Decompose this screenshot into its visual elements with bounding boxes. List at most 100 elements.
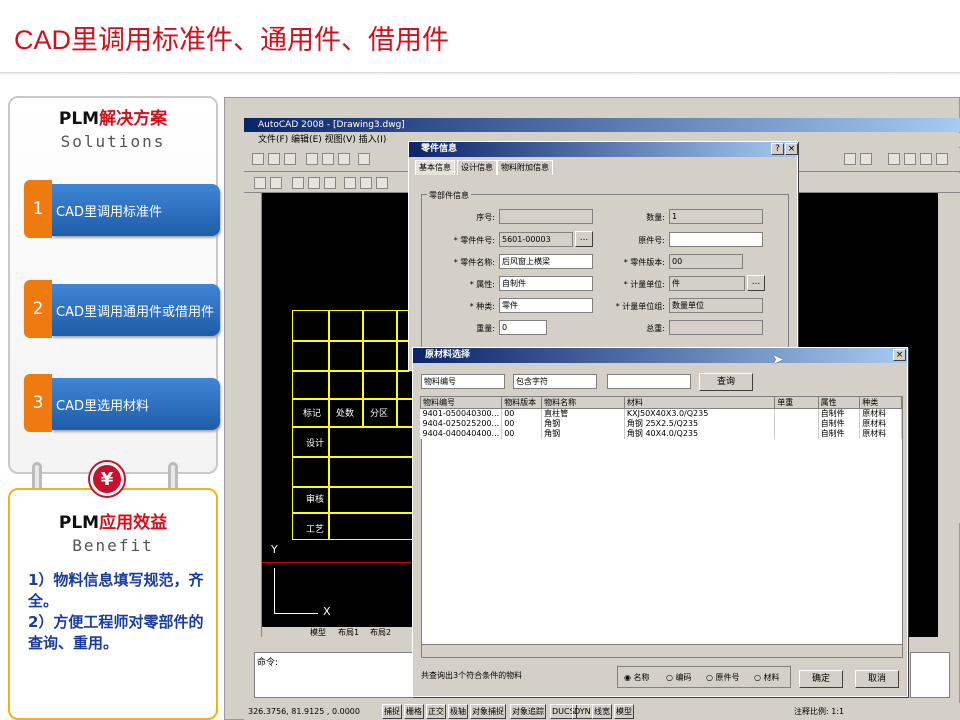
cell: 自制件 (818, 429, 861, 439)
publish-icon[interactable] (338, 153, 350, 165)
title-block-line (292, 456, 414, 458)
part-name-field[interactable]: 后风窗上横梁 (499, 254, 593, 269)
radio-material[interactable]: ○ 材料 (754, 672, 780, 683)
tab-basic-info[interactable]: 基本信息 (415, 160, 455, 175)
tab-design-info[interactable]: 设计信息 (457, 160, 497, 175)
table-row[interactable]: 9404-025025200... 00 角钢 角钢 25X2.5/Q235 自制件 原材… (420, 419, 902, 429)
category-select[interactable]: 零件 (499, 298, 593, 313)
command-line-right[interactable] (910, 652, 950, 698)
unit-group-field[interactable]: 数量单位 (669, 298, 763, 313)
unit-browse-button[interactable]: ... (747, 275, 765, 291)
print-icon[interactable] (306, 153, 318, 165)
tool-icon-c[interactable] (292, 177, 304, 189)
help-button[interactable]: ? (771, 143, 784, 155)
col-kind[interactable]: 种类 (859, 396, 902, 409)
solution-step-1[interactable]: 1 CAD里调用标准件 (24, 180, 220, 238)
benefit-item-1: 1）物料信息填写规范，齐全。 (28, 571, 204, 610)
cell: 9401-050040300... (420, 408, 503, 419)
part-number-browse-button[interactable]: ... (575, 231, 593, 247)
title-block-line (292, 486, 414, 488)
filter-value-input[interactable] (607, 374, 691, 389)
cell: 00 (501, 408, 543, 419)
layout-tabs: 模型 布局1 布局2 (262, 627, 412, 639)
cad-text-design: 设计 (306, 439, 325, 449)
col-attribute[interactable]: 属性 (817, 396, 861, 409)
part-version-field[interactable]: 00 (669, 254, 743, 269)
status-model[interactable]: 模型 (614, 704, 634, 719)
status-otrack[interactable]: 对象追踪 (510, 704, 546, 719)
query-button[interactable]: 查询 (699, 373, 753, 391)
header-shadow (0, 73, 960, 76)
weight-field[interactable]: 0 (499, 320, 547, 335)
col-material[interactable]: 材料 (623, 396, 776, 409)
tool-icon-d[interactable] (308, 177, 320, 189)
unit-field[interactable]: 件 (669, 276, 745, 291)
print-icon-2[interactable] (936, 153, 948, 165)
cell: 角钢 40X4.0/Q235 (624, 429, 776, 439)
command-line[interactable]: 命令: (254, 652, 414, 698)
open-icon[interactable] (268, 153, 280, 165)
tool-icon-h[interactable] (376, 177, 388, 189)
ok-button[interactable]: 确定 (799, 670, 843, 688)
solution-step-3[interactable]: 3 CAD里选用材料 (24, 374, 220, 432)
filter-field-select[interactable]: 物料编号 (421, 374, 505, 389)
status-lineweight[interactable]: 线宽 (592, 704, 612, 719)
col-material-version[interactable]: 物料版本 (501, 396, 543, 409)
serial-field[interactable] (499, 209, 593, 224)
status-polar[interactable]: 极轴 (448, 704, 468, 719)
radio-code[interactable]: ○ 编码 (666, 672, 692, 683)
tab-material-extra[interactable]: 物料附加信息 (497, 160, 553, 175)
tool-icon-g[interactable] (360, 177, 372, 189)
label-unit: * 计量单位: (623, 280, 665, 289)
tab-layout2[interactable]: 布局2 (370, 627, 391, 638)
annotation-scale[interactable]: 注释比例: 1:1 (794, 703, 844, 720)
tab-layout1[interactable]: 布局1 (338, 627, 359, 638)
col-material-name[interactable]: 物料名称 (541, 396, 625, 409)
tab-model[interactable]: 模型 (310, 627, 326, 638)
cancel-button[interactable]: 取消 (855, 670, 899, 688)
modify-toolbar[interactable] (940, 193, 960, 523)
total-weight-field[interactable] (669, 320, 763, 335)
radio-original-number[interactable]: ○ 原件号 (706, 672, 740, 683)
part-number-field[interactable]: 5601-00003 (499, 232, 573, 247)
new-icon-2[interactable] (888, 153, 900, 165)
draw-toolbar[interactable] (244, 193, 262, 637)
style-icon[interactable] (860, 153, 872, 165)
status-grid[interactable]: 栅格 (404, 704, 424, 719)
quantity-field[interactable]: 1 (669, 209, 763, 224)
command-prompt: 命令: (257, 658, 279, 668)
cut-icon[interactable] (358, 153, 370, 165)
close-icon[interactable]: × (893, 349, 906, 361)
table-row[interactable]: 9401-050040300... 00 直柱管 KXJ50X40X3.0/Q235 自… (420, 408, 902, 419)
tool-icon-e[interactable] (324, 177, 336, 189)
tool-icon-b[interactable] (270, 177, 282, 189)
attribute-select[interactable]: 自制件 (499, 276, 593, 291)
filter-operator-select[interactable]: 包含字符 (513, 374, 597, 389)
cell (774, 429, 819, 439)
layer-icon[interactable] (844, 153, 856, 165)
status-osnap[interactable]: 对象捕捉 (470, 704, 506, 719)
status-snap[interactable]: 捕捉 (382, 704, 402, 719)
benefit-list: 1）物料信息填写规范，齐全。 2）方便工程师对零部件的查询、重用。 (28, 570, 208, 654)
close-icon[interactable]: × (785, 143, 798, 155)
part-info-dialog: 零件信息 ? × 基本信息 设计信息 物料附加信息 零部件信息 序号: 数量: … (408, 141, 798, 371)
tool-icon-a[interactable] (254, 177, 266, 189)
acad-window-title: AutoCAD 2008 - [Drawing3.dwg] (244, 118, 960, 132)
status-ortho[interactable]: 正交 (426, 704, 446, 719)
status-dyn[interactable]: DYN (572, 704, 593, 719)
save-icon[interactable] (284, 153, 296, 165)
save-icon-2[interactable] (920, 153, 932, 165)
label-attribute: * 属性: (469, 280, 495, 289)
col-unit-weight[interactable]: 单重 (774, 396, 819, 409)
col-material-number[interactable]: 物料编号 (419, 396, 503, 409)
solution-step-2[interactable]: 2 CAD里调用通用件或借用件 (24, 280, 220, 338)
horizontal-scrollbar[interactable] (421, 644, 903, 658)
preview-icon[interactable] (322, 153, 334, 165)
tool-icon-f[interactable] (344, 177, 356, 189)
new-icon[interactable] (252, 153, 264, 165)
open-icon-2[interactable] (904, 153, 916, 165)
radio-name[interactable]: ◉ 名称 (624, 672, 650, 683)
material-dialog-title: 原材料选择 (413, 348, 907, 363)
original-number-field[interactable] (669, 232, 763, 247)
table-row[interactable]: 9404-040040400... 00 角钢 角钢 40X4.0/Q235 自制件 原材… (420, 429, 902, 439)
